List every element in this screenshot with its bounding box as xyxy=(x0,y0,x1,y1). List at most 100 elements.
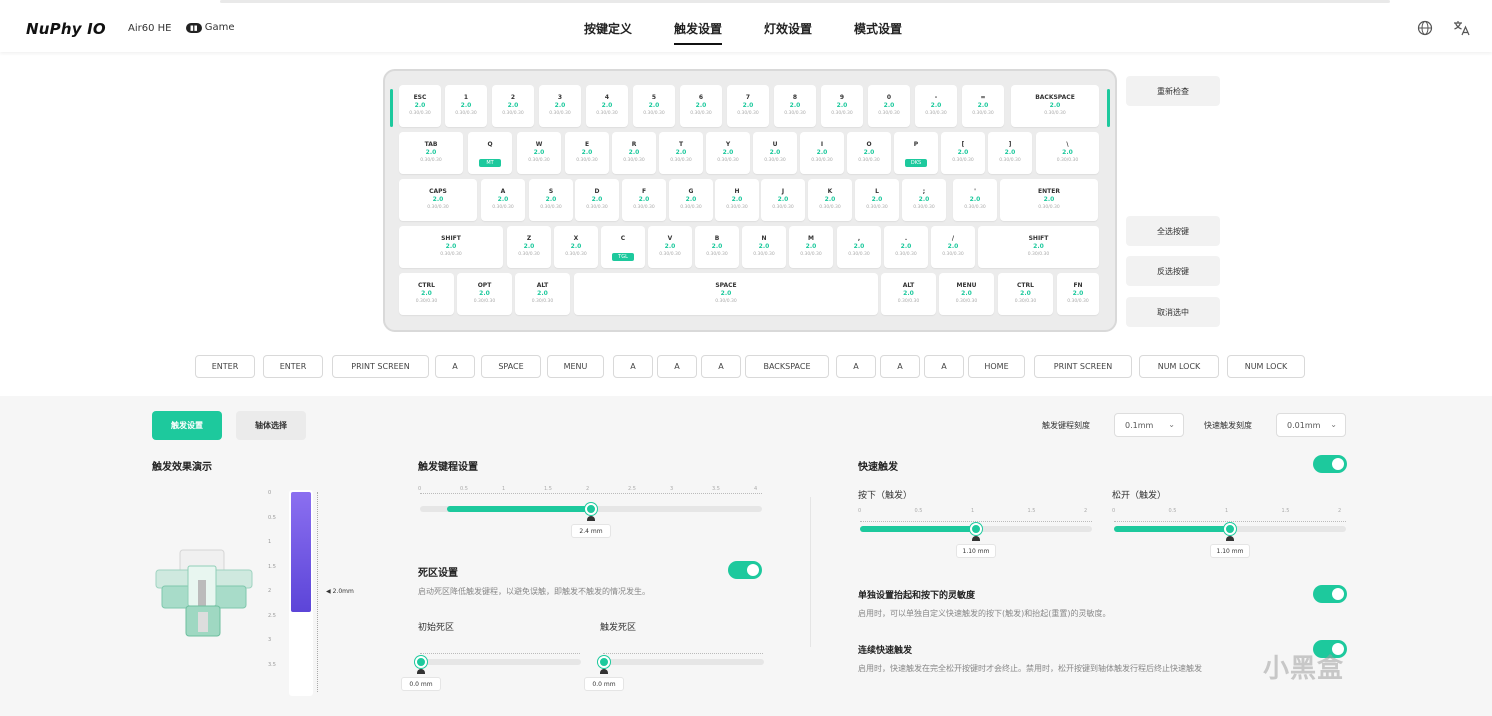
tab-trigger-settings[interactable]: 触发设置 xyxy=(674,20,723,45)
binding-button[interactable]: PRINT SCREEN xyxy=(332,355,429,378)
key-alt[interactable]: ALT 2.0 0.30/0.30 xyxy=(515,273,570,315)
tab-key-definition[interactable]: 按键定义 xyxy=(584,20,632,45)
key-[interactable]: [2.0 0.30/0.30 xyxy=(941,132,985,174)
binding-button[interactable]: A xyxy=(435,355,475,378)
slider-knob[interactable] xyxy=(415,656,427,668)
key-s[interactable]: S 2.0 0.30/0.30 xyxy=(529,179,573,221)
game-mode-badge[interactable]: ▮▮ Game xyxy=(186,22,235,33)
key-[interactable]: ; 2.0 0.30/0.30 xyxy=(902,179,946,221)
key-caps[interactable]: CAPS 2.0 0.30/0.30 xyxy=(399,179,477,221)
key-backspace[interactable]: BACKSPACE 2.0 0.30/0.30 xyxy=(1011,85,1099,127)
key-[interactable]: ] 2.0 0.30/0.30 xyxy=(988,132,1032,174)
deselect-button[interactable]: 取消选中 xyxy=(1126,297,1220,327)
binding-button[interactable]: A xyxy=(880,355,920,378)
binding-button[interactable]: NUM LOCK xyxy=(1139,355,1219,378)
key-z[interactable]: Z 2.0 0.30/0.30 xyxy=(507,226,551,268)
key-1[interactable]: 1 2.0 0.30/0.30 xyxy=(445,85,487,127)
device-name[interactable]: Air60 HE xyxy=(128,23,171,34)
key-t[interactable]: T 2.0 0.30/0.30 xyxy=(659,132,703,174)
key-[interactable]: . 2.0 0.30/0.30 xyxy=(884,226,928,268)
translate-icon[interactable] xyxy=(1452,18,1472,38)
key-5[interactable]: 5 2.0 0.30/0.30 xyxy=(633,85,675,127)
binding-button[interactable]: NUM LOCK xyxy=(1227,355,1305,378)
key-p[interactable]: P DKS xyxy=(894,132,938,174)
recheck-button[interactable]: 重新检查 xyxy=(1126,76,1220,106)
slider-knob[interactable] xyxy=(598,656,610,668)
key-6[interactable]: 6 2.0 0.30/0.30 xyxy=(680,85,722,127)
tab-switch-select[interactable]: 轴体选择 xyxy=(236,411,306,440)
separate-sensitivity-toggle[interactable] xyxy=(1313,585,1347,603)
key-menu[interactable]: MENU 2.0 0.30/0.30 xyxy=(939,273,994,315)
key-q[interactable]: Q MT xyxy=(468,132,512,174)
key-2[interactable]: 2 2.0 0.30/0.30 xyxy=(492,85,534,127)
key-ctrl[interactable]: CTRL 2.0 0.30/0.30 xyxy=(399,273,454,315)
rapid-precision-select[interactable]: 0.01mm ⌄ xyxy=(1276,413,1346,437)
key-h[interactable]: H 2.0 0.30/0.30 xyxy=(715,179,759,221)
binding-button[interactable]: PRINT SCREEN xyxy=(1034,355,1132,378)
trigger-precision-select[interactable]: 0.1mm ⌄ xyxy=(1114,413,1184,437)
key-3[interactable]: 3 2.0 0.30/0.30 xyxy=(539,85,581,127)
key-tab[interactable]: TAB 2.0 0.30/0.30 xyxy=(399,132,463,174)
key-ctrl[interactable]: CTRL 2.0 0.30/0.30 xyxy=(998,273,1053,315)
slider-knob[interactable] xyxy=(970,523,982,535)
key-b[interactable]: B 2.0 0.30/0.30 xyxy=(695,226,739,268)
key-c[interactable]: C TGL xyxy=(601,226,645,268)
trigger-travel-slider[interactable]: 2.4 mm xyxy=(420,503,762,538)
key-j[interactable]: J 2.0 0.30/0.30 xyxy=(761,179,805,221)
binding-button[interactable]: A xyxy=(836,355,876,378)
binding-button[interactable]: A xyxy=(657,355,697,378)
binding-button[interactable]: SPACE xyxy=(481,355,541,378)
key-[interactable]: -2.0 0.30/0.30 xyxy=(915,85,957,127)
key-v[interactable]: V 2.0 0.30/0.30 xyxy=(648,226,692,268)
key-7[interactable]: 7 2.0 0.30/0.30 xyxy=(727,85,769,127)
binding-button[interactable]: ENTER xyxy=(195,355,255,378)
key-[interactable]: /2.0 0.30/0.30 xyxy=(931,226,975,268)
bottom-deadzone-slider[interactable]: 0.0 mm xyxy=(584,656,764,691)
key-f[interactable]: F 2.0 0.30/0.30 xyxy=(622,179,666,221)
binding-button[interactable]: MENU xyxy=(547,355,604,378)
binding-button[interactable]: A xyxy=(924,355,964,378)
globe-icon[interactable] xyxy=(1415,18,1435,38)
key-alt[interactable]: ALT 2.0 0.30/0.30 xyxy=(881,273,936,315)
key-o[interactable]: O 2.0 0.30/0.30 xyxy=(847,132,891,174)
key-opt[interactable]: OPT 2.0 0.30/0.30 xyxy=(457,273,512,315)
select-all-keys-button[interactable]: 全选按键 xyxy=(1126,216,1220,246)
key-n[interactable]: N 2.0 0.30/0.30 xyxy=(742,226,786,268)
initial-deadzone-slider[interactable]: 0.0 mm xyxy=(401,656,581,691)
key-0[interactable]: 0 2.0 0.30/0.30 xyxy=(868,85,910,127)
tab-mode-settings[interactable]: 模式设置 xyxy=(854,20,902,45)
key-9[interactable]: 9 2.0 0.30/0.30 xyxy=(821,85,863,127)
deadzone-toggle[interactable] xyxy=(728,561,762,579)
key-k[interactable]: K 2.0 0.30/0.30 xyxy=(808,179,852,221)
key-g[interactable]: G 2.0 0.30/0.30 xyxy=(669,179,713,221)
key-enter[interactable]: ENTER 2.0 0.30/0.30 xyxy=(1000,179,1098,221)
tab-trigger-config[interactable]: 触发设置 xyxy=(152,411,222,440)
rapid-trigger-toggle[interactable] xyxy=(1313,455,1347,473)
key-[interactable]: = 2.0 0.30/0.30 xyxy=(962,85,1004,127)
key-d[interactable]: D 2.0 0.30/0.30 xyxy=(575,179,619,221)
key-fn[interactable]: FN 2.0 0.30/0.30 xyxy=(1057,273,1099,315)
key-shift[interactable]: SHIFT 2.0 0.30/0.30 xyxy=(978,226,1099,268)
key-a[interactable]: A 2.0 0.30/0.30 xyxy=(481,179,525,221)
binding-button[interactable]: BACKSPACE xyxy=(745,355,829,378)
invert-selection-button[interactable]: 反选按键 xyxy=(1126,256,1220,286)
binding-button[interactable]: HOME xyxy=(968,355,1025,378)
key-space[interactable]: SPACE 2.0 0.30/0.30 xyxy=(574,273,878,315)
slider-knob[interactable] xyxy=(1224,523,1236,535)
key-m[interactable]: M 2.0 0.30/0.30 xyxy=(789,226,833,268)
key-y[interactable]: Y 2.0 0.30/0.30 xyxy=(706,132,750,174)
key-[interactable]: ' 2.0 0.30/0.30 xyxy=(953,179,997,221)
key-i[interactable]: I 2.0 0.30/0.30 xyxy=(800,132,844,174)
key-esc[interactable]: ESC 2.0 0.30/0.30 xyxy=(399,85,441,127)
key-[interactable]: , 2.0 0.30/0.30 xyxy=(837,226,881,268)
key-u[interactable]: U 2.0 0.30/0.30 xyxy=(753,132,797,174)
key-w[interactable]: W 2.0 0.30/0.30 xyxy=(517,132,561,174)
binding-button[interactable]: ENTER xyxy=(263,355,323,378)
key-[interactable]: \ 2.0 0.30/0.30 xyxy=(1036,132,1099,174)
key-shift[interactable]: SHIFT 2.0 0.30/0.30 xyxy=(399,226,503,268)
key-x[interactable]: X 2.0 0.30/0.30 xyxy=(554,226,598,268)
key-8[interactable]: 8 2.0 0.30/0.30 xyxy=(774,85,816,127)
slider-knob[interactable] xyxy=(585,503,597,515)
key-r[interactable]: R 2.0 0.30/0.30 xyxy=(612,132,656,174)
key-4[interactable]: 4 2.0 0.30/0.30 xyxy=(586,85,628,127)
